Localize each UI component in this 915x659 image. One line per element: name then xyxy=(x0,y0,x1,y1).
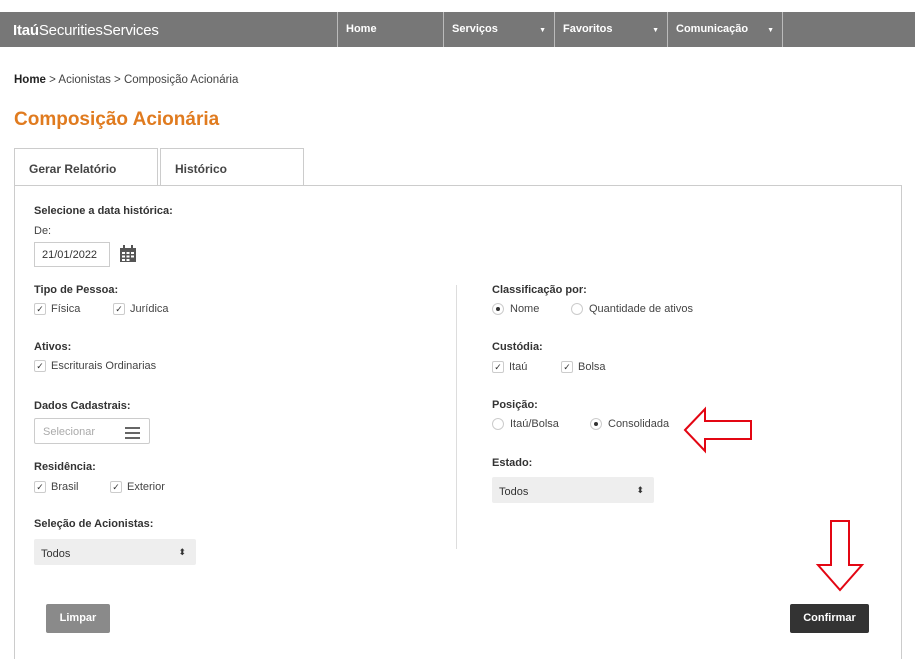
check-icon: ✓ xyxy=(34,481,46,493)
checkbox-itau[interactable]: ✓ Itaú xyxy=(492,361,527,373)
nav-empty-slot xyxy=(782,12,915,47)
clear-button[interactable]: Limpar xyxy=(46,604,110,633)
tipo-pessoa-label: Tipo de Pessoa: xyxy=(34,284,119,296)
residencia-label: Residência: xyxy=(34,461,96,473)
radio-selected-icon xyxy=(590,418,602,430)
selecao-acionistas-select[interactable]: Todos ⬍ xyxy=(34,539,196,565)
checkbox-bolsa[interactable]: ✓ Bolsa xyxy=(561,361,606,373)
radio-empty-icon xyxy=(492,418,504,430)
checkbox-exterior[interactable]: ✓ Exterior xyxy=(110,481,165,493)
column-divider xyxy=(456,285,457,549)
check-icon: ✓ xyxy=(113,303,125,315)
estado-label: Estado: xyxy=(492,457,533,469)
date-from-label: De: xyxy=(34,225,52,237)
top-nav-bar: ItaúSecuritiesServices Home Serviços ▼ F… xyxy=(0,12,915,47)
breadcrumb-home[interactable]: Home xyxy=(14,74,46,86)
select-arrow-icon: ⬍ xyxy=(636,485,644,495)
confirm-button[interactable]: Confirmar xyxy=(790,604,869,633)
annotation-arrow-down-icon xyxy=(815,520,865,592)
select-arrow-icon: ⬍ xyxy=(178,547,186,557)
calendar-icon[interactable] xyxy=(119,245,137,263)
check-icon: ✓ xyxy=(561,361,573,373)
date-section-label: Selecione a data histórica: xyxy=(34,205,173,217)
date-field[interactable]: 21/01/2022 xyxy=(34,242,110,267)
breadcrumb: Home > Acionistas > Composição Acionária xyxy=(14,74,239,86)
classificacao-label: Classificação por: xyxy=(492,284,587,296)
check-icon: ✓ xyxy=(110,481,122,493)
checkbox-fisica[interactable]: ✓ Física xyxy=(34,303,80,315)
menu-icon xyxy=(125,427,140,442)
nav-home[interactable]: Home xyxy=(337,12,443,47)
radio-consolidada[interactable]: Consolidada xyxy=(590,418,669,430)
dados-cadastrais-label: Dados Cadastrais: xyxy=(34,400,131,412)
nav-comunicacao[interactable]: Comunicação ▼ xyxy=(667,12,782,47)
chevron-down-icon: ▼ xyxy=(539,27,546,34)
radio-itau-bolsa[interactable]: Itaú/Bolsa xyxy=(492,418,559,430)
brand-logo[interactable]: ItaúSecuritiesServices xyxy=(0,12,337,47)
check-icon: ✓ xyxy=(34,303,46,315)
annotation-arrow-left-icon xyxy=(683,406,752,454)
chevron-down-icon: ▼ xyxy=(767,27,774,34)
nav-servicos[interactable]: Serviços ▼ xyxy=(443,12,554,47)
radio-empty-icon xyxy=(571,303,583,315)
checkbox-juridica[interactable]: ✓ Jurídica xyxy=(113,303,169,315)
radio-selected-icon xyxy=(492,303,504,315)
radio-nome[interactable]: Nome xyxy=(492,303,539,315)
estado-select[interactable]: Todos ⬍ xyxy=(492,477,654,503)
dados-cadastrais-select[interactable]: Selecionar xyxy=(34,418,150,444)
tab-historico[interactable]: Histórico xyxy=(160,148,304,186)
checkbox-escriturais[interactable]: ✓ Escriturais Ordinarias xyxy=(34,360,156,372)
radio-quantidade-ativos[interactable]: Quantidade de ativos xyxy=(571,303,693,315)
check-icon: ✓ xyxy=(34,360,46,372)
check-icon: ✓ xyxy=(492,361,504,373)
selecao-acionistas-label: Seleção de Acionistas: xyxy=(34,518,154,530)
nav-favoritos[interactable]: Favoritos ▼ xyxy=(554,12,667,47)
page-title: Composição Acionária xyxy=(14,109,220,130)
tab-gerar-relatorio[interactable]: Gerar Relatório xyxy=(14,148,158,186)
ativos-label: Ativos: xyxy=(34,341,72,353)
checkbox-brasil[interactable]: ✓ Brasil xyxy=(34,481,79,493)
chevron-down-icon: ▼ xyxy=(652,27,659,34)
posicao-label: Posição: xyxy=(492,399,538,411)
custodia-label: Custódia: xyxy=(492,341,543,353)
